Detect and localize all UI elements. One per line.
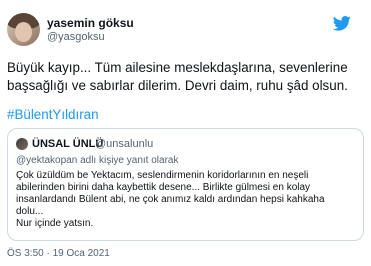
reply-context: @yektakopan adlı kişiye yanıt olarak <box>16 155 179 166</box>
quoted-tweet-text: Çok üzüldüm be Yektacım, seslendirmenin … <box>16 170 356 230</box>
author-handle[interactable]: @yasgoksu <box>47 31 105 43</box>
quoted-text-line: abilerinden birini daha kaybettik desene… <box>16 182 311 193</box>
author-name[interactable]: yasemin göksu <box>47 16 134 30</box>
quoted-text-line: Çok üzüldüm be Yektacım, seslendirmenin … <box>16 170 309 181</box>
quoted-text-line: Nur içinde yatsın. <box>16 218 94 229</box>
hashtag-link[interactable]: #BülentYıldıran <box>7 107 99 122</box>
quoted-author-handle: @unsalunlu <box>95 138 154 150</box>
author-avatar[interactable] <box>7 13 40 46</box>
tweet-text-line: başsağlığı ve sabırlar dilerim. Devri da… <box>7 78 348 93</box>
embedded-tweet: yasemin göksu @yasgoksu Büyük kayıp... T… <box>0 0 371 266</box>
quoted-tweet[interactable]: ÜNSAL ÜNLÜ @unsalunlu @yektakopan adlı k… <box>7 128 364 241</box>
tweet-text-line: Büyük kayıp... Tüm ailesine meslekdaşlar… <box>7 60 348 75</box>
quoted-author-name: ÜNSAL ÜNLÜ <box>32 138 104 150</box>
tweet-text: Büyük kayıp... Tüm ailesine meslekdaşlar… <box>7 59 365 95</box>
quoted-text-line: insanlardandı Bülent abi, ne çok anımız … <box>16 194 325 205</box>
tweet-timestamp[interactable]: ÖS 3:50 · 19 Oca 2021 <box>7 248 110 259</box>
quoted-author-avatar <box>16 138 28 150</box>
twitter-bird-icon[interactable] <box>333 16 351 31</box>
quoted-text-line: dolu... <box>16 206 44 217</box>
